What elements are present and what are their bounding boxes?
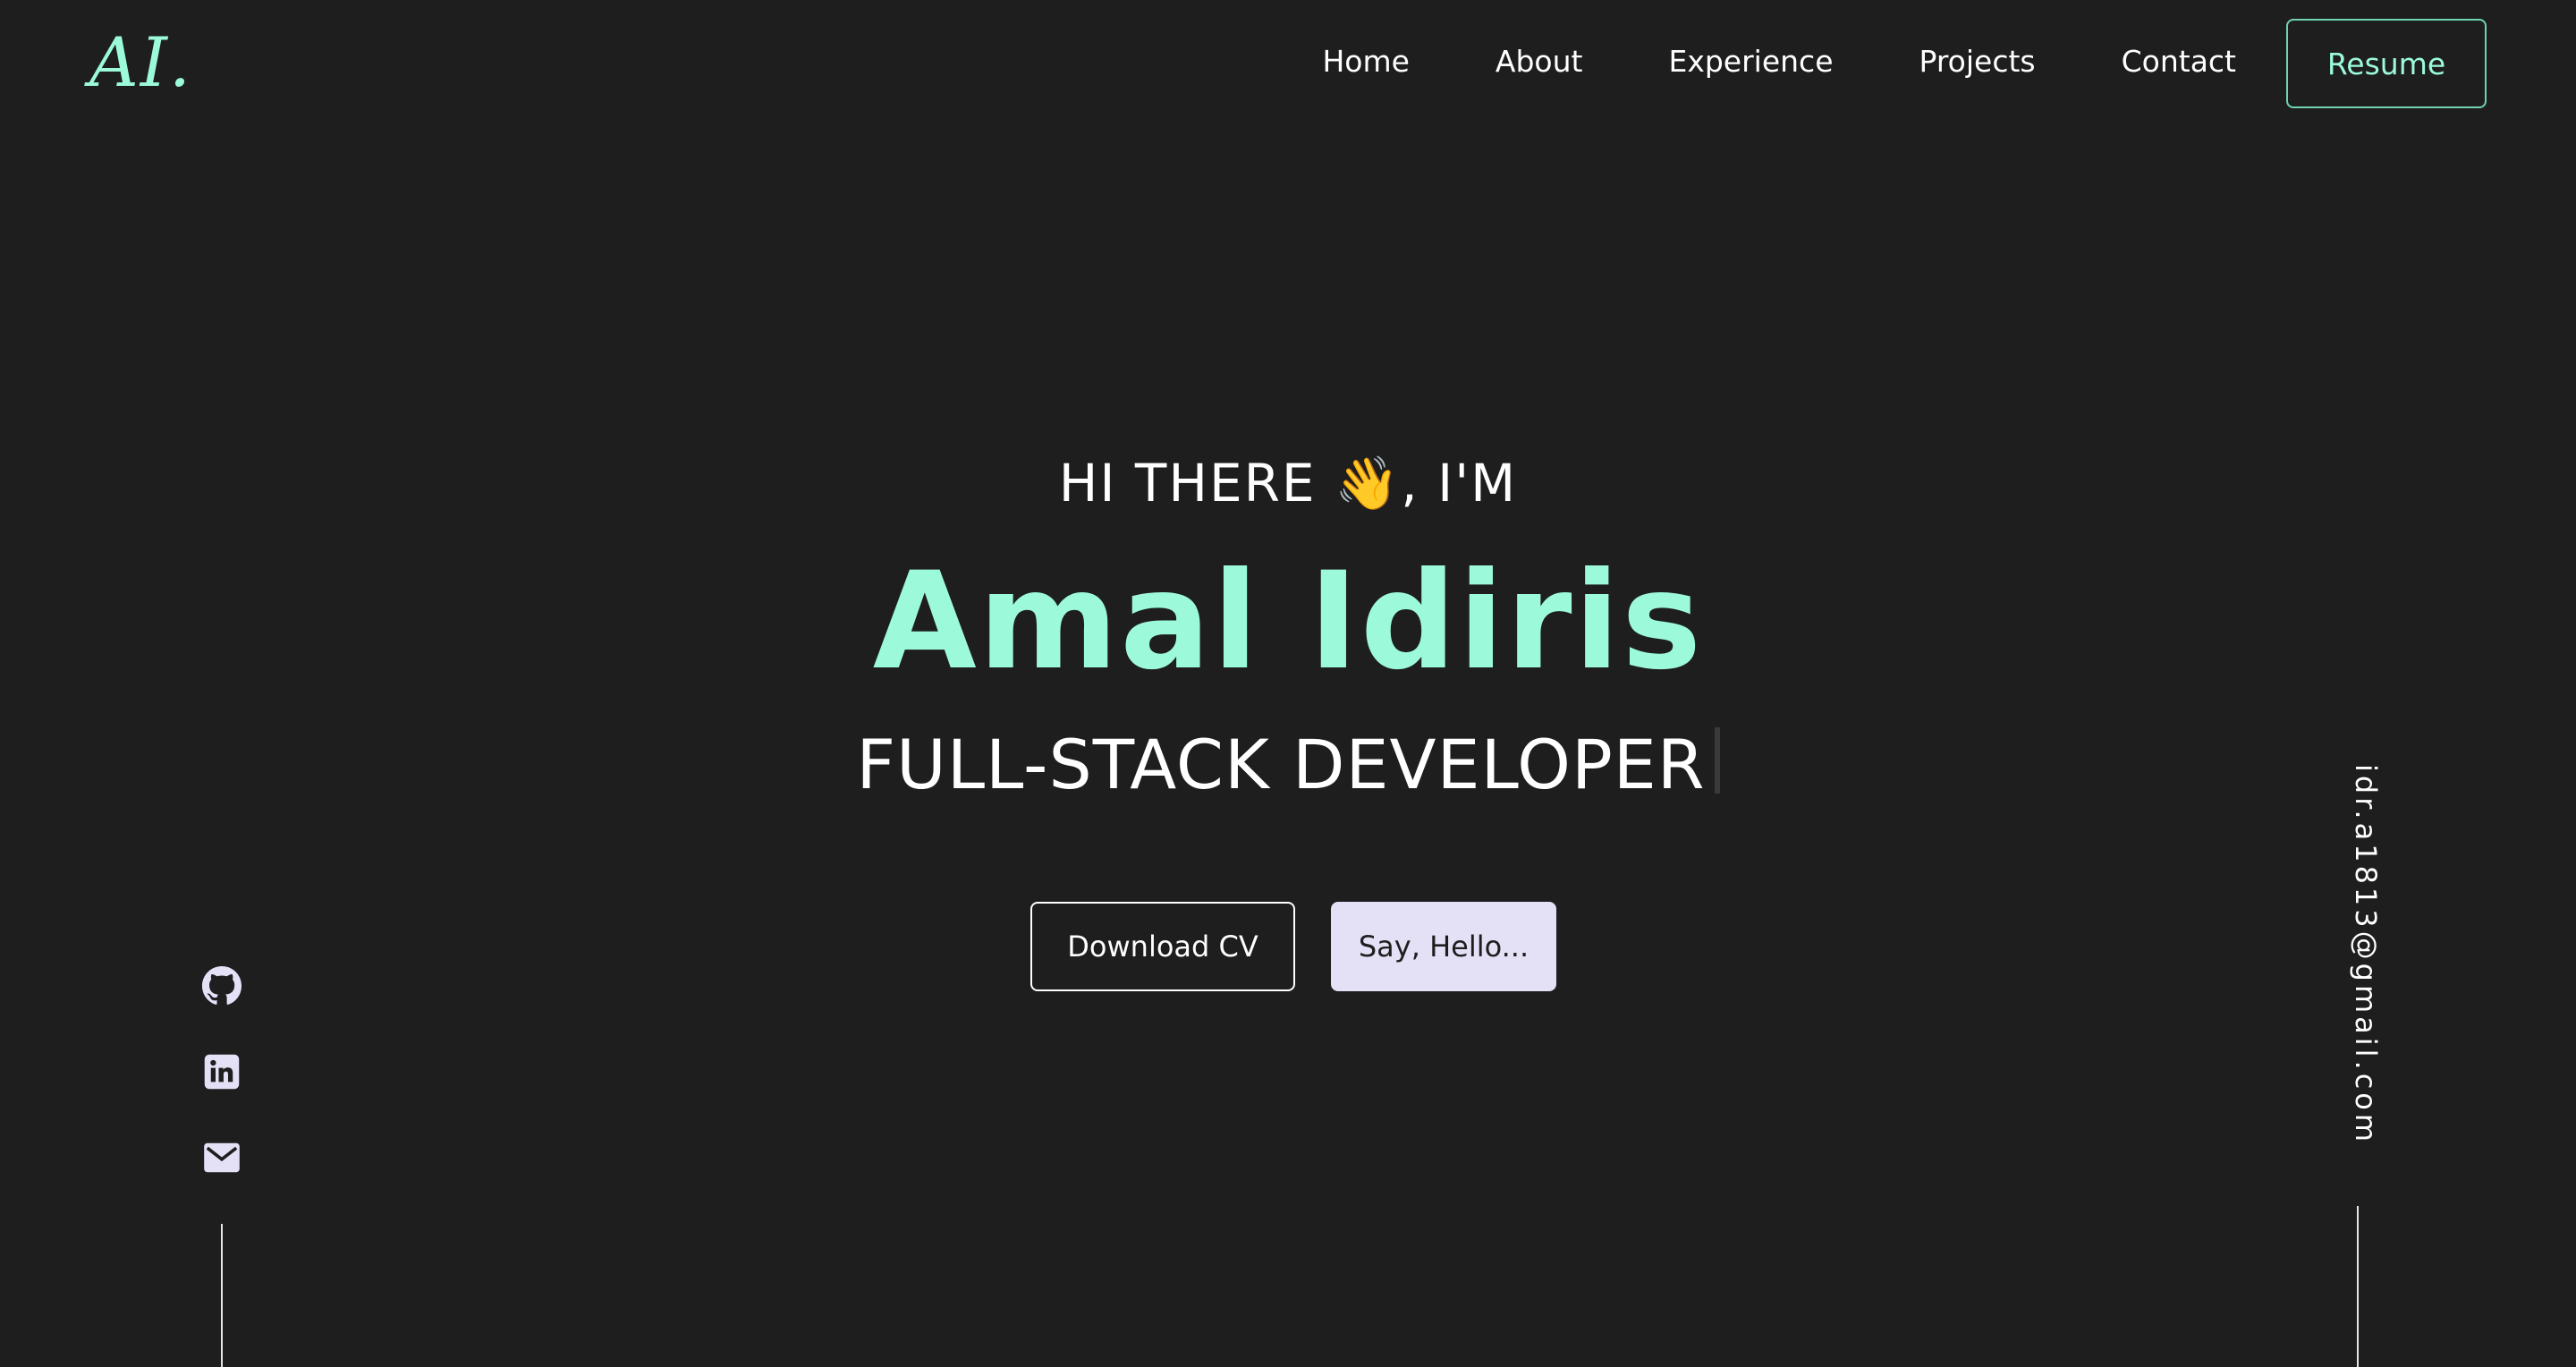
github-icon[interactable] — [200, 964, 243, 1007]
email-link[interactable]: idr.a1813@gmail.com — [2333, 764, 2383, 1145]
left-divider-line — [221, 1224, 223, 1367]
waving-hand-icon: 👋 — [1335, 453, 1402, 514]
site-logo[interactable]: AI. — [89, 18, 192, 107]
nav-projects[interactable]: Projects — [1919, 44, 2036, 79]
greeting: HI THERE 👋, I'M — [0, 447, 2576, 519]
right-divider-line — [2357, 1206, 2359, 1367]
typing-cursor — [1714, 727, 1720, 794]
greeting-prefix: HI THERE — [1058, 453, 1317, 514]
download-cv-button[interactable]: Download CV — [1030, 902, 1295, 991]
nav-home[interactable]: Home — [1322, 44, 1409, 79]
resume-button[interactable]: Resume — [2286, 19, 2487, 108]
say-hello-button[interactable]: Say, Hello... — [1331, 902, 1556, 991]
hero-role: FULL-STACK DEVELOPER — [0, 716, 2576, 814]
mail-icon[interactable] — [200, 1136, 243, 1179]
nav-about[interactable]: About — [1496, 44, 1583, 79]
hero-actions: Download CV Say, Hello... — [0, 902, 2576, 991]
page: AI. Home About Experience Projects Conta… — [0, 0, 2576, 1367]
greeting-suffix: , I'M — [1401, 453, 1518, 514]
nav-experience[interactable]: Experience — [1668, 44, 1833, 79]
linkedin-icon[interactable] — [200, 1050, 243, 1093]
main-nav: Home About Experience Projects Contact R… — [1322, 14, 2487, 108]
nav-contact[interactable]: Contact — [2122, 44, 2236, 79]
hero-name: Amal Idiris — [872, 544, 1704, 700]
role-text: FULL-STACK DEVELOPER — [856, 725, 1706, 804]
social-links — [200, 964, 243, 1222]
